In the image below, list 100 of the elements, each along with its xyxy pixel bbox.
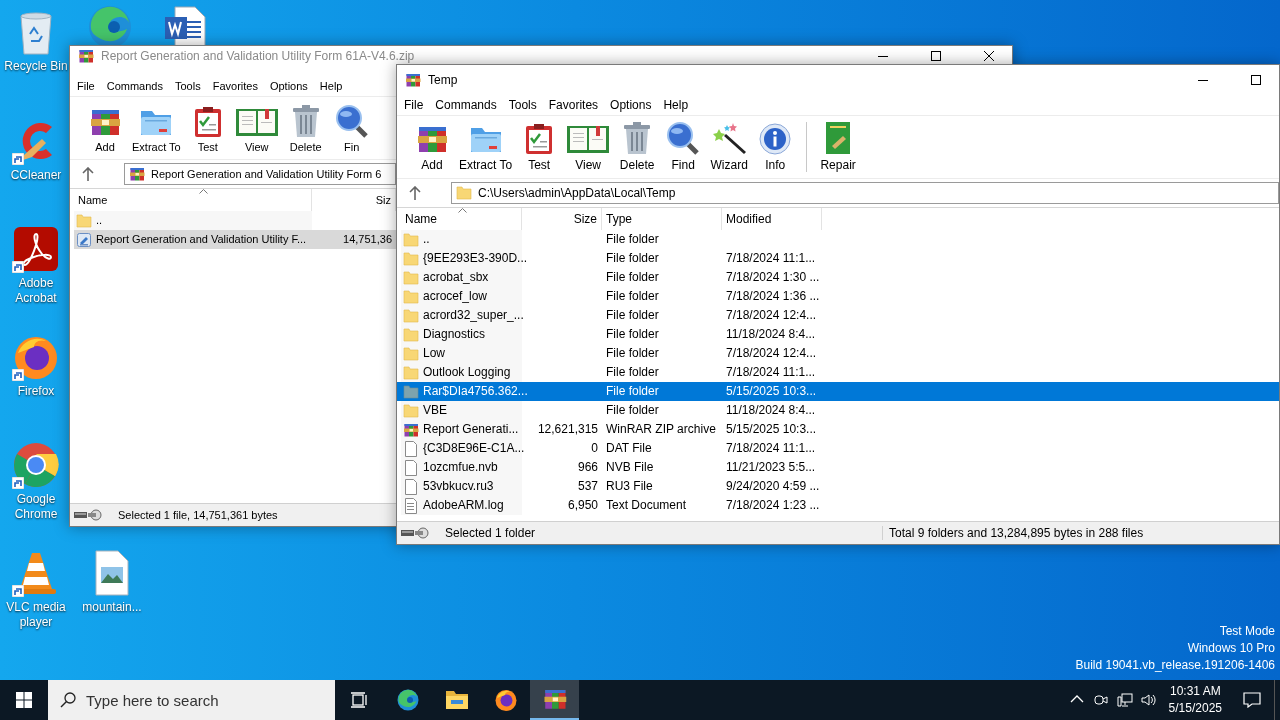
camera-icon [1092,692,1109,708]
toolbar-button[interactable]: Wizard [706,120,753,174]
toolbar-button[interactable]: Info [752,120,799,174]
table-cell-text: File folder [605,307,660,324]
file-row[interactable]: 53vbkucv.ru3 537 RU3 File 9/24/2020 4:59 ... [397,477,1279,496]
toolbar-button[interactable]: Repair [815,120,862,174]
file-name: .. [423,231,430,248]
magnifier-icon [666,121,701,155]
file-name: Outlook Logging [423,364,511,381]
toolbar-button[interactable]: Delete [282,101,329,155]
folder-icon [444,689,469,711]
folder-icon [403,250,419,267]
clock[interactable]: 10:31 AM 5/15/2025 [1160,683,1230,717]
menu-item[interactable]: Commands [100,79,169,93]
file-name: acrobat_sbx [423,269,489,286]
toolbar-button[interactable]: View [562,120,615,174]
chrome-ring-icon [12,441,60,489]
status-text: Selected 1 file, 14,751,361 bytes [117,509,278,521]
folder-icon [403,383,419,400]
menu-item[interactable]: File [398,97,430,113]
toolbar-button[interactable]: Fin [328,101,375,155]
menu-item[interactable]: Options [604,97,658,113]
table-cell-text: DAT File [605,440,653,457]
menu-item[interactable]: File [71,79,101,93]
archive-icon [403,421,419,438]
file-row[interactable]: Outlook Logging File folder 7/18/2024 11:1... [397,363,1279,382]
file-row[interactable]: Low File folder 7/18/2024 12:4... [397,344,1279,363]
table-cell-text: File folder [605,250,660,267]
file-row[interactable]: AdobeARM.log 6,950 Text Document 7/18/2024 1:23 ... [397,496,1279,515]
toolbar-button[interactable]: Add [82,101,128,155]
toolbar-button[interactable]: Extract To [128,101,185,155]
toolbar-button[interactable]: Extract To [455,120,517,174]
archive-icon [129,166,145,182]
menu-item[interactable]: Tools [169,79,207,93]
menu-item[interactable]: Tools [502,97,543,113]
status-text: Selected 1 folder [439,526,883,540]
toolbar-button[interactable]: Test [516,120,563,174]
file-row[interactable]: VBE File folder 11/18/2024 8:4... [397,401,1279,420]
volume-icon [1140,692,1157,708]
info-icon [759,123,792,155]
table-cell-text: File folder [605,345,660,362]
toolbar-button[interactable]: Delete [614,120,661,174]
toolbar-button[interactable]: View [230,101,283,155]
file-row[interactable]: acrobat_sbx File folder 7/18/2024 1:30 ... [397,268,1279,287]
file-row[interactable]: {9EE293E3-390D... File folder 7/18/2024 11:1... [397,249,1279,268]
menu-item[interactable]: Commands [429,97,503,113]
file-row[interactable]: acrord32_super_... File folder 7/18/2024 12:4... [397,306,1279,325]
clipboard-icon [192,106,223,138]
table-cell-text: 7/18/2024 12:4... [725,345,818,362]
file-name: acrord32_super_... [423,307,524,324]
toolbar-button[interactable]: Test [184,101,231,155]
table-cell-text: 5/15/2025 10:3... [725,421,818,438]
menu-item[interactable]: Options [263,79,314,93]
table-cell-text: 5/15/2025 10:3... [725,383,818,400]
file-name: Rar$DIa4756.362... [423,383,528,400]
window-title: Report Generation and Validation Utility Form 61A-V4.6.zip [101,48,416,63]
address-field[interactable]: C:\Users\admin\AppData\Local\Temp [451,182,1279,204]
window-title: Temp [428,73,459,87]
file-row[interactable]: Rar$DIa4756.362... File folder 5/15/2025 10:3... [397,382,1279,401]
book-icon [566,123,611,155]
table-cell-text: 12,621,315 [536,421,599,438]
status-text: Total 9 folders and 13,284,895 bytes in 288 files [888,526,1144,540]
windows-logo-icon [16,692,32,708]
menu-item[interactable]: Help [313,79,349,93]
file-name: Report Generation and Validation Utility F... [96,232,307,247]
table-cell-text: File folder [605,269,660,286]
clock-date: 5/15/2025 [1168,700,1222,717]
magic-wand-icon [711,121,748,155]
file-row[interactable]: {C3D8E96E-C1A... 0 DAT File 7/18/2024 11:1... [397,439,1279,458]
table-cell-text: File folder [605,326,660,343]
menu-item[interactable]: Help [657,97,695,113]
file-name: 53vbkucv.ru3 [423,478,494,495]
file-row[interactable]: acrocef_low File folder 7/18/2024 1:36 ... [397,287,1279,306]
toolbar-button[interactable]: Find [660,120,707,174]
address-field[interactable]: Report Generation and Validation Utility Form 6 [124,163,396,185]
folder-icon [76,212,92,229]
close-icon [984,50,994,61]
table-cell-text: File folder [605,383,660,400]
file-row[interactable]: 1ozcmfue.nvb 966 NVB File 11/21/2023 5:5... [397,458,1279,477]
search-field[interactable]: Type here to search [48,680,335,720]
file-row[interactable]: Report Generati... 12,621,315 WinRAR ZIP archive 5/15/2025 10:3... [397,420,1279,439]
address-text: C:\Users\admin\AppData\Local\Temp [478,186,676,200]
trash-icon [622,121,653,155]
file-name: .. [96,213,103,228]
network-icon [1116,692,1133,708]
file-name: VBE [423,402,447,419]
browser-swirl-icon [395,688,420,712]
pdf-reader-icon [12,225,60,273]
book-icon [234,106,279,138]
file-name: Report Generati... [423,421,519,438]
toolbar-button[interactable]: Add [409,120,455,174]
menu-item[interactable]: Favorites [542,97,605,113]
table-cell-text: File folder [605,288,660,305]
file-row[interactable]: Diagnostics File folder 11/18/2024 8:4... [397,325,1279,344]
file-row[interactable]: .. File folder [397,230,1279,249]
app-icon [78,47,94,64]
sort-caret-icon [198,189,208,194]
folder-icon [403,231,419,248]
text-file-icon [403,497,419,514]
menu-item[interactable]: Favorites [206,79,264,93]
